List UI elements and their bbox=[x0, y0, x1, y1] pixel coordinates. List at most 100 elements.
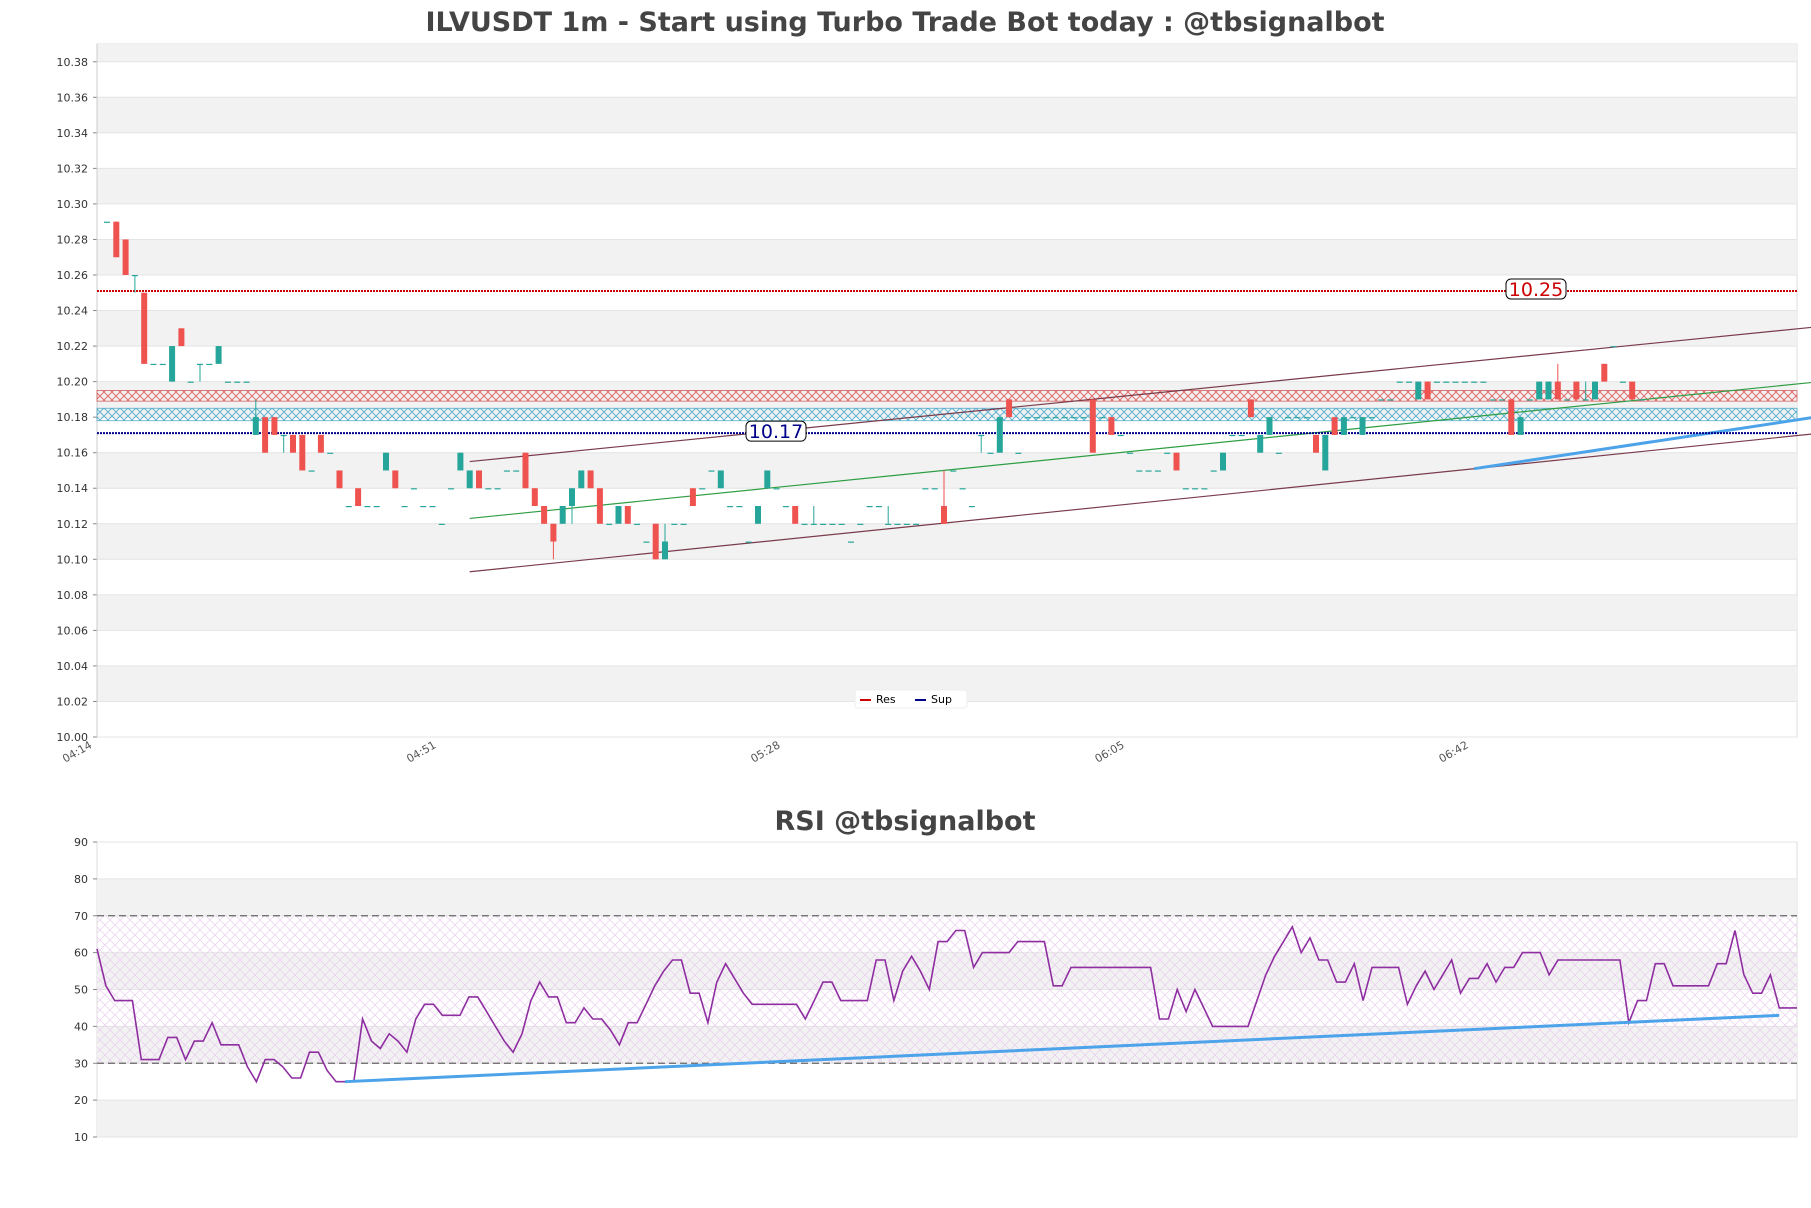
candle-body bbox=[689, 488, 696, 506]
y-tick-label: 10.02 bbox=[57, 695, 89, 708]
candle-body bbox=[392, 470, 399, 489]
candle-body bbox=[596, 488, 603, 524]
candle-body bbox=[699, 488, 706, 490]
rsi-y-tick-label: 40 bbox=[74, 1020, 88, 1033]
grid-band bbox=[97, 594, 1797, 631]
candle-body bbox=[1015, 452, 1022, 454]
candle-body bbox=[736, 506, 743, 508]
candle-body bbox=[1108, 417, 1115, 435]
candle-body bbox=[1182, 488, 1189, 490]
y-tick-label: 10.38 bbox=[57, 56, 89, 69]
chart-canvas: ILVUSDT 1m - Start using Turbo Trade Bot… bbox=[57, 7, 1811, 1144]
candle-body bbox=[1619, 381, 1626, 383]
candle-body bbox=[978, 434, 985, 437]
candle-body bbox=[1061, 417, 1068, 419]
candle-body bbox=[829, 523, 836, 525]
candle-body bbox=[1554, 381, 1561, 400]
candle-body bbox=[782, 506, 789, 508]
candle-body bbox=[327, 452, 334, 454]
candle-body bbox=[1350, 417, 1357, 419]
candle-body bbox=[1238, 434, 1245, 437]
candle-body bbox=[187, 381, 194, 383]
candle-body bbox=[1638, 399, 1645, 401]
candle-body bbox=[1396, 381, 1403, 383]
candle-body bbox=[1601, 363, 1608, 382]
candle-body bbox=[792, 506, 799, 524]
candle-body bbox=[1173, 452, 1180, 471]
candle-body bbox=[866, 506, 873, 508]
candle-body bbox=[1303, 417, 1310, 419]
candle-body bbox=[1610, 346, 1617, 348]
candle-body bbox=[1210, 470, 1217, 472]
candle-body bbox=[410, 488, 417, 490]
candle-body bbox=[903, 523, 910, 525]
y-tick-label: 10.20 bbox=[57, 376, 89, 389]
candle-body bbox=[373, 506, 380, 508]
rsi-y-tick-label: 10 bbox=[74, 1131, 88, 1144]
candle-body bbox=[1229, 434, 1236, 437]
candle-body bbox=[941, 506, 947, 524]
y-tick-label: 10.16 bbox=[57, 447, 89, 460]
candle-body bbox=[931, 488, 938, 490]
candle-body bbox=[745, 541, 752, 543]
candle-body bbox=[1415, 381, 1422, 400]
candle-body bbox=[513, 470, 520, 472]
candle-body bbox=[345, 506, 352, 508]
candle-body bbox=[206, 363, 213, 366]
rsi-grid-band bbox=[97, 1100, 1797, 1137]
candle-body bbox=[1285, 417, 1292, 419]
candle-body bbox=[885, 523, 892, 525]
rsi-y-tick-label: 20 bbox=[74, 1094, 88, 1107]
candle-body bbox=[1080, 417, 1087, 419]
candle-body bbox=[1192, 488, 1199, 490]
y-tick-label: 10.10 bbox=[57, 553, 89, 566]
candle-body bbox=[131, 275, 138, 277]
candle-body bbox=[1433, 381, 1440, 383]
candle-body bbox=[1471, 381, 1478, 383]
candle-body bbox=[448, 488, 455, 490]
candle-body bbox=[262, 417, 269, 453]
candle-body bbox=[438, 523, 445, 525]
candle-body bbox=[1359, 417, 1366, 435]
candle-body bbox=[1331, 417, 1338, 435]
candle-body bbox=[317, 434, 324, 453]
candle-body bbox=[1508, 399, 1515, 435]
candle-body bbox=[1368, 417, 1375, 419]
candle-body bbox=[810, 523, 817, 525]
candle-body bbox=[1406, 381, 1412, 383]
candle-body bbox=[420, 506, 427, 508]
candle-body bbox=[1220, 452, 1226, 471]
candle-body bbox=[1582, 399, 1589, 401]
rsi-grid-band bbox=[97, 878, 1797, 916]
y-tick-label: 10.32 bbox=[57, 162, 89, 175]
candle-body bbox=[1378, 399, 1385, 401]
candle-body bbox=[308, 470, 315, 472]
candle-body bbox=[1006, 399, 1013, 418]
candle-body bbox=[1526, 399, 1533, 401]
candle-body bbox=[159, 363, 166, 366]
candle-body bbox=[113, 221, 120, 258]
candle-body bbox=[429, 506, 436, 508]
legend-label-sup: Sup bbox=[931, 693, 952, 706]
y-tick-label: 10.08 bbox=[57, 589, 89, 602]
candle-body bbox=[717, 470, 724, 489]
candle-body bbox=[1629, 381, 1636, 400]
candle-body bbox=[550, 523, 557, 542]
candle-body bbox=[801, 523, 808, 525]
candle-body bbox=[615, 506, 622, 524]
candle-body bbox=[587, 470, 594, 489]
candle-body bbox=[755, 506, 761, 524]
candle-body bbox=[280, 434, 287, 437]
candle-body bbox=[1034, 417, 1040, 419]
candle-body bbox=[271, 417, 278, 435]
candle-body bbox=[466, 470, 473, 489]
candle-body bbox=[1154, 470, 1161, 472]
candle-body bbox=[1043, 417, 1050, 419]
candle-body bbox=[1089, 399, 1096, 453]
main-chart-title: ILVUSDT 1m - Start using Turbo Trade Bot… bbox=[425, 7, 1384, 38]
candle-body bbox=[169, 346, 176, 382]
x-tick-label: 05:28 bbox=[748, 738, 782, 765]
candle-body bbox=[987, 452, 994, 454]
resistance-label: 10.25 bbox=[1509, 279, 1563, 301]
candle-body bbox=[968, 506, 975, 508]
